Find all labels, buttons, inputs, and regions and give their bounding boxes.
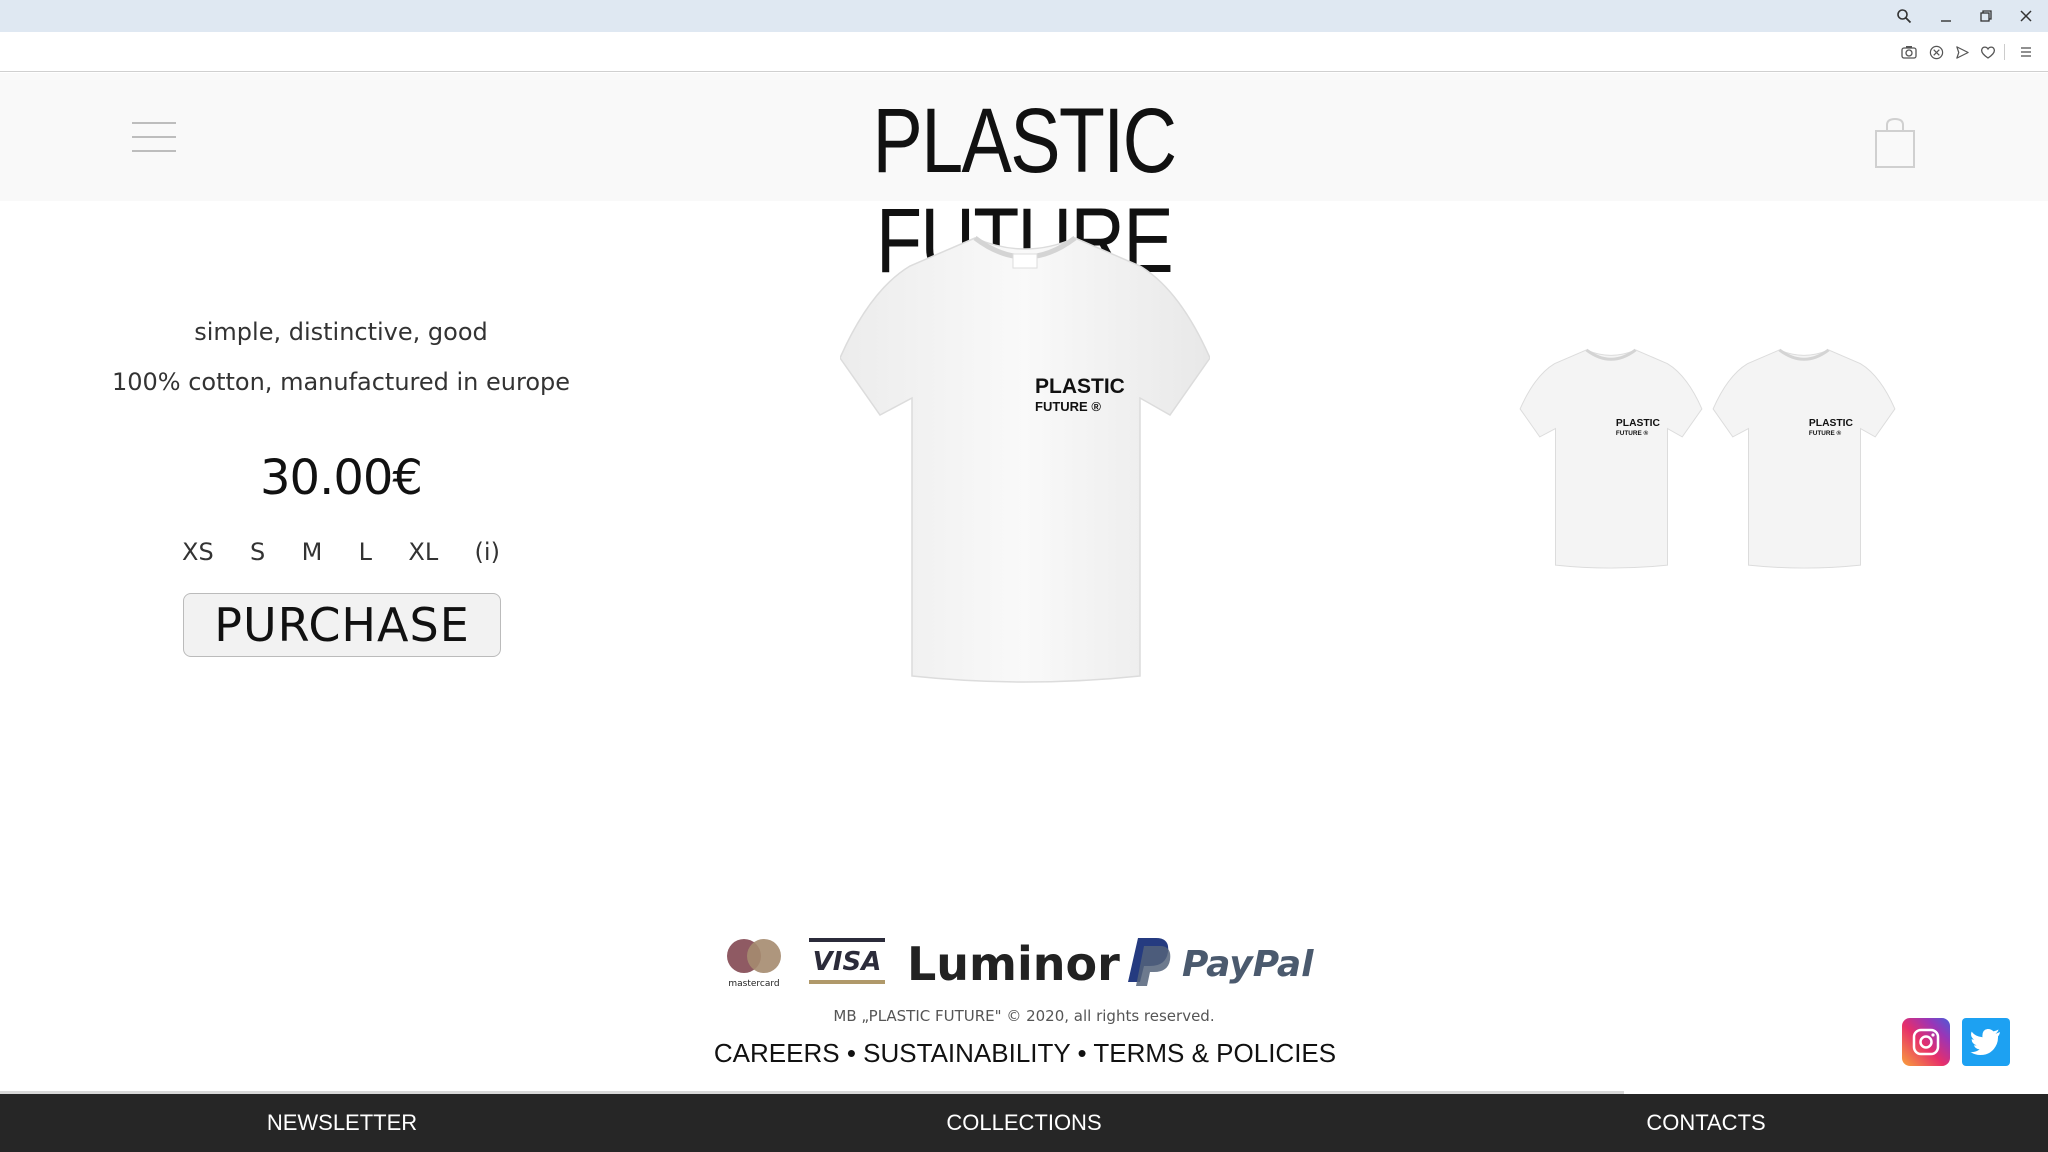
instagram-icon[interactable] xyxy=(1902,1018,1950,1066)
size-option-xl[interactable]: XL xyxy=(406,538,440,566)
size-selector: XS S M L XL (i) xyxy=(180,538,502,566)
menu-icon[interactable] xyxy=(2015,41,2037,63)
product-main-image[interactable]: PLASTIC FUTURE ® xyxy=(840,230,1210,690)
link-separator: • xyxy=(846,1038,856,1068)
collections-nav-item[interactable]: COLLECTIONS xyxy=(874,1094,1174,1152)
minimize-icon[interactable] xyxy=(1926,0,1966,32)
search-icon[interactable] xyxy=(1884,0,1924,32)
site-header: PLASTIC FUTURE xyxy=(0,73,2048,291)
link-separator: • xyxy=(1077,1038,1087,1068)
toolbar-separator xyxy=(2004,44,2005,60)
size-option-s[interactable]: S xyxy=(248,538,267,566)
purchase-button[interactable]: PURCHASE xyxy=(183,593,501,657)
shopping-bag-icon[interactable] xyxy=(1874,117,1916,169)
hamburger-menu-icon[interactable] xyxy=(132,122,176,154)
size-info-link[interactable]: (i) xyxy=(473,538,502,566)
restore-icon[interactable] xyxy=(1966,0,2006,32)
size-option-xs[interactable]: XS xyxy=(180,538,216,566)
bottom-navigation: NEWSLETTER COLLECTIONS CONTACTS xyxy=(0,1094,2048,1152)
copyright-text: MB „PLASTIC FUTURE" © 2020, all rights r… xyxy=(833,1007,1215,1025)
payment-methods: mastercard VISA Luminor PayPal xyxy=(727,937,1314,991)
browser-toolbar xyxy=(0,32,2048,72)
terms-policies-link[interactable]: TERMS & POLICIES xyxy=(1093,1038,1336,1068)
newsletter-nav-item[interactable]: NEWSLETTER xyxy=(192,1094,492,1152)
visa-label: VISA xyxy=(813,947,882,977)
thumb-1-print-line-2: FUTURE ® xyxy=(1616,429,1649,437)
send-icon[interactable] xyxy=(1951,41,1973,63)
product-thumbnail-2[interactable]: PLASTIC FUTURE ® xyxy=(1711,346,1897,572)
visa-logo: VISA xyxy=(809,938,885,984)
shield-icon[interactable] xyxy=(1925,41,1947,63)
product-thumbnail-1[interactable]: PLASTIC FUTURE ® xyxy=(1518,346,1704,572)
contacts-nav-item[interactable]: CONTACTS xyxy=(1556,1094,1856,1152)
luminor-logo: Luminor xyxy=(907,937,1120,991)
paypal-logo: PayPal xyxy=(1128,938,1314,986)
sustainability-link[interactable]: SUSTAINABILITY xyxy=(863,1038,1070,1068)
size-option-m[interactable]: M xyxy=(300,538,325,566)
twitter-icon[interactable] xyxy=(1962,1018,2010,1066)
mastercard-label: mastercard xyxy=(728,979,779,989)
heart-icon[interactable] xyxy=(1977,41,1999,63)
camera-icon[interactable] xyxy=(1898,41,1920,63)
paypal-label: PayPal xyxy=(1182,944,1314,985)
footer-links: CAREERS • SUSTAINABILITY • TERMS & POLIC… xyxy=(700,1038,1350,1069)
thumb-1-print-line-1: PLASTIC xyxy=(1616,418,1661,429)
product-price: 30.00€ xyxy=(260,450,423,506)
careers-link[interactable]: CAREERS xyxy=(714,1038,840,1068)
product-material: 100% cotton, manufactured in europe xyxy=(111,368,571,396)
mastercard-logo: mastercard xyxy=(727,939,781,989)
size-option-l[interactable]: L xyxy=(357,538,374,566)
product-tagline: simple, distinctive, good xyxy=(194,318,488,346)
thumb-2-print-line-1: PLASTIC xyxy=(1809,418,1854,429)
shirt-print-line-1: PLASTIC xyxy=(1035,375,1125,398)
shirt-print-line-2: FUTURE ® xyxy=(1035,399,1101,414)
close-icon[interactable] xyxy=(2006,0,2046,32)
thumb-2-print-line-2: FUTURE ® xyxy=(1809,429,1842,437)
window-title-bar xyxy=(0,0,2048,32)
